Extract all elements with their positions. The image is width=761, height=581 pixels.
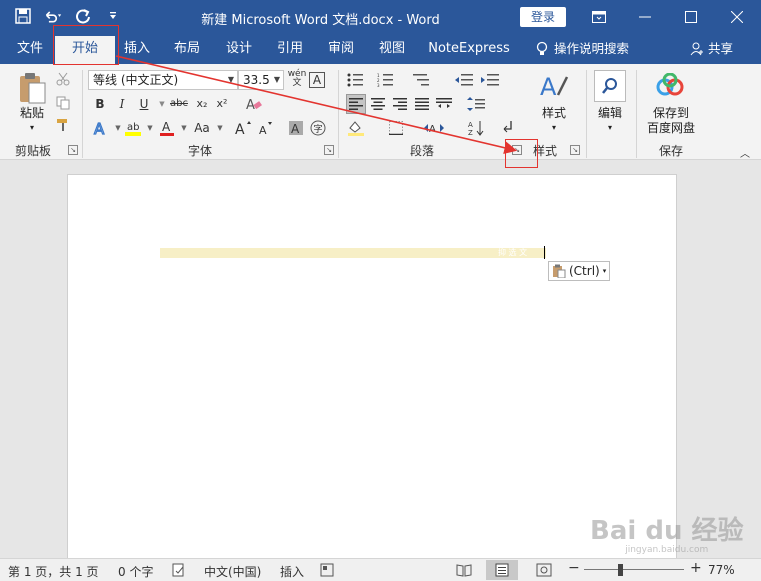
annotation-arrow <box>115 55 518 155</box>
watermark-url: jingyan.baidu.com <box>625 545 709 555</box>
watermark-brand: Bai du 经验 <box>590 516 744 546</box>
baidu-jingyan-watermark: Bai du 经验 jingyan.baidu.com <box>590 510 744 555</box>
